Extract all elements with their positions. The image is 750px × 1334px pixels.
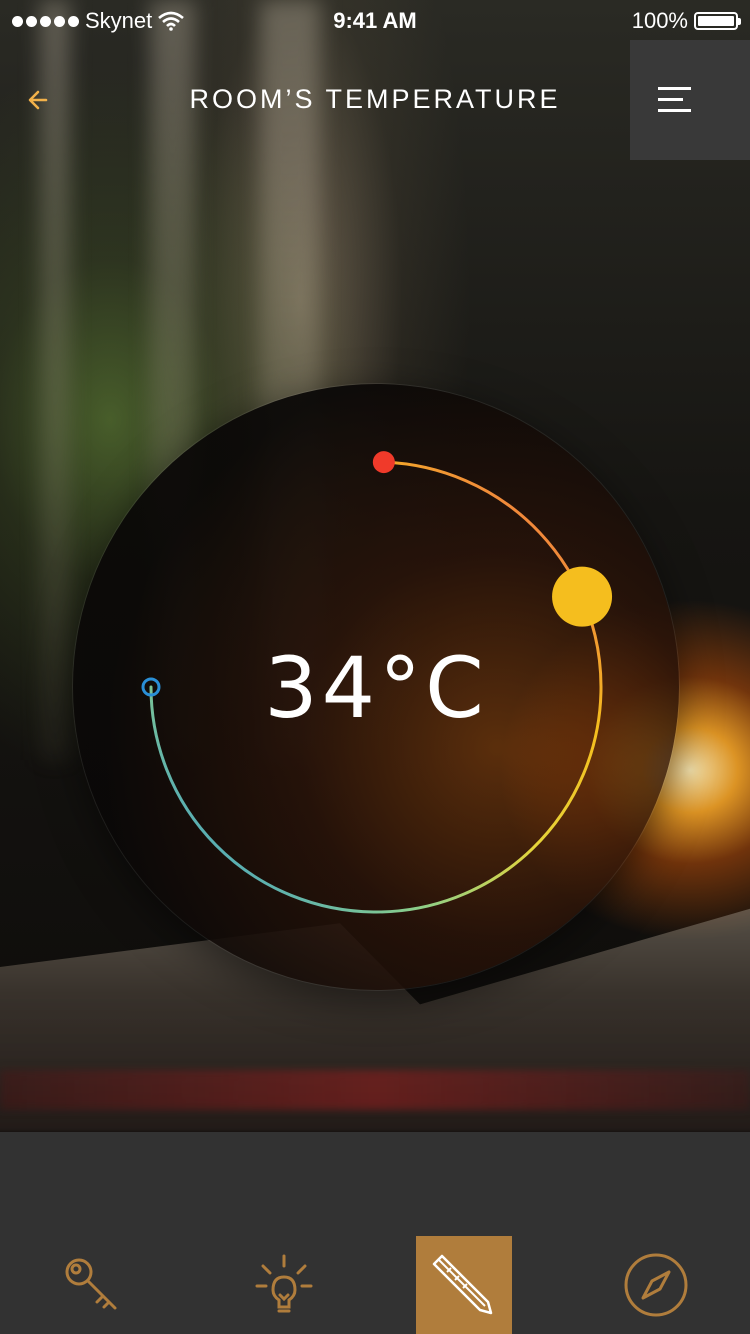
tab-key[interactable] <box>44 1236 140 1334</box>
thermostat-dial: 34°C <box>73 384 679 990</box>
battery-icon <box>694 12 741 30</box>
navigation-bar: ROOM’S TEMPERATURE <box>0 40 750 160</box>
status-right: 100% <box>631 8 741 34</box>
tab-light[interactable] <box>236 1236 332 1334</box>
max-temperature-marker[interactable] <box>372 451 395 474</box>
battery-percent: 100% <box>631 8 688 33</box>
tab-temperature[interactable] <box>416 1236 512 1334</box>
thermometer-icon <box>432 1254 493 1315</box>
lightbulb-icon <box>255 1254 313 1313</box>
temperature-value: 34°C <box>264 639 488 737</box>
tab-bar <box>0 1132 750 1334</box>
tab-compass[interactable] <box>608 1236 704 1334</box>
status-bar: Skynet 9:41 AM 100% <box>0 0 750 40</box>
book-cover-blur <box>0 1070 750 1110</box>
temperature-knob[interactable] <box>552 566 613 627</box>
compass-icon <box>624 1253 688 1317</box>
key-icon <box>65 1258 117 1310</box>
menu-button[interactable] <box>630 40 750 160</box>
